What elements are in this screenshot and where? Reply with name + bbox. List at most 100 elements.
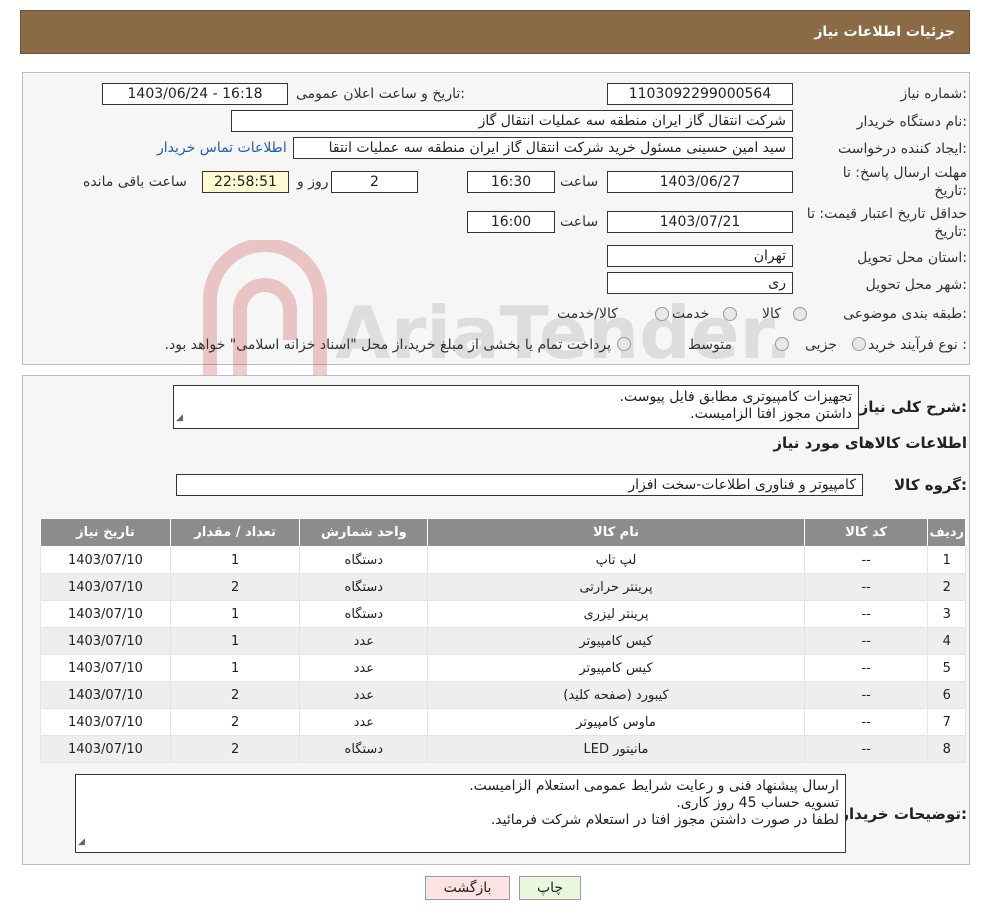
buyer-notes-label: توضیحات خریدار: (840, 805, 967, 823)
buyer-contact-link[interactable]: اطلاعات تماس خریدار (157, 140, 287, 156)
buyer-note-line-1: ارسال پیشنهاد فنی و رعایت شرایط عمومی اس… (469, 778, 839, 794)
validity-date-label: تاریخ: (934, 224, 967, 240)
need-date-cell: 1403/07/10 (40, 735, 171, 763)
page-header: جزئیات اطلاعات نیاز (20, 10, 970, 54)
name-cell: پرینتر لیزری (427, 600, 805, 628)
need-date-cell: 1403/07/10 (40, 654, 171, 682)
code-cell: -- (803, 573, 929, 601)
back-button[interactable]: بازگشت (425, 876, 510, 900)
validity-time-field[interactable]: 16:00 (467, 211, 555, 233)
validity-label: حداقل تاریخ اعتبار قیمت: تا (806, 206, 967, 222)
code-cell: -- (803, 546, 929, 574)
city-label: شهر محل تحویل: (865, 277, 967, 293)
quantity-cell: 2 (169, 735, 301, 763)
name-cell: کیس کامپیوتر (427, 654, 805, 682)
table-row: 4 -- کیس کامپیوتر عدد 1 1403/07/10 (40, 627, 966, 655)
summary-line-2: داشتن مجوز افتا الزامیست. (690, 406, 852, 422)
category-radio-goods[interactable] (793, 307, 807, 321)
col-header-quantity: تعداد / مقدار (169, 518, 301, 547)
code-cell: -- (803, 681, 929, 709)
buyer-notes-textarea[interactable]: ارسال پیشنهاد فنی و رعایت شرایط عمومی اس… (75, 774, 846, 853)
deadline-date-field[interactable]: 1403/06/27 (607, 171, 793, 193)
announce-datetime-field[interactable]: 1403/06/24 - 16:18 (102, 83, 288, 105)
table-row: 3 -- پرینتر لیزری دستگاه 1 1403/07/10 (40, 600, 966, 628)
buyer-org-field[interactable]: شرکت انتقال گاز ایران منطقه سه عملیات ان… (231, 110, 793, 132)
process-radio-minor[interactable] (852, 337, 866, 351)
items-table-wrapper: ردیف کد کالا نام کالا واحد شمارش تعداد /… (40, 518, 966, 763)
validity-time-label: ساعت (560, 214, 599, 230)
need-date-cell: 1403/07/10 (40, 627, 171, 655)
validity-date-field[interactable]: 1403/07/21 (607, 211, 793, 233)
row-num-cell: 8 (927, 735, 966, 763)
col-header-unit: واحد شمارش (299, 518, 429, 547)
col-header-row-num: ردیف (927, 518, 966, 547)
row-num-cell: 4 (927, 627, 966, 655)
buyer-note-line-2: تسویه حساب 45 روز کاری. (676, 795, 839, 811)
summary-label: شرح کلی نیاز: (859, 398, 967, 416)
quantity-cell: 1 (169, 600, 301, 628)
need-number-label: شماره نیاز: (900, 86, 967, 102)
unit-cell: دستگاه (299, 735, 429, 763)
unit-cell: عدد (299, 681, 429, 709)
need-date-cell: 1403/07/10 (40, 573, 171, 601)
table-row: 8 -- مانیتور LED دستگاه 2 1403/07/10 (40, 735, 966, 763)
summary-line-1: تجهیزات کامپیوتری مطابق فایل پیوست. (619, 389, 852, 405)
row-num-cell: 1 (927, 546, 966, 574)
creator-label: ایجاد کننده درخواست: (838, 141, 967, 157)
process-label: نوع فرآیند خرید : (868, 337, 967, 353)
deadline-time-field[interactable]: 16:30 (467, 171, 555, 193)
quantity-cell: 1 (169, 654, 301, 682)
table-row: 2 -- پرینتر حرارتی دستگاه 2 1403/07/10 (40, 573, 966, 601)
quantity-cell: 1 (169, 546, 301, 574)
row-num-cell: 7 (927, 708, 966, 736)
category-radio-service[interactable] (723, 307, 737, 321)
process-note: پرداخت تمام یا بخشی از مبلغ خرید،از محل … (164, 337, 611, 353)
remaining-days-field[interactable]: 2 (331, 171, 418, 193)
remaining-label: ساعت باقی مانده (83, 174, 187, 190)
city-field[interactable]: ری (607, 272, 793, 294)
col-header-code: کد کالا (803, 518, 929, 547)
unit-cell: عدد (299, 708, 429, 736)
row-num-cell: 3 (927, 600, 966, 628)
process-option-medium: متوسط (688, 337, 732, 353)
unit-cell: عدد (299, 654, 429, 682)
table-row: 6 -- کیبورد (صفحه کلید) عدد 2 1403/07/10 (40, 681, 966, 709)
resize-grip-icon[interactable]: ◢ (176, 410, 183, 427)
unit-cell: دستگاه (299, 546, 429, 574)
name-cell: کیبورد (صفحه کلید) (427, 681, 805, 709)
process-option-minor: جزیی (805, 337, 837, 353)
summary-textarea[interactable]: تجهیزات کامپیوتری مطابق فایل پیوست. داشت… (173, 385, 859, 429)
need-number-field[interactable]: 1103092299000564 (607, 83, 793, 105)
name-cell: پرینتر حرارتی (427, 573, 805, 601)
province-field[interactable]: تهران (607, 245, 793, 267)
col-header-name: نام کالا (427, 518, 805, 547)
goods-info-title: اطلاعات کالاهای مورد نیاز (773, 434, 967, 452)
need-date-cell: 1403/07/10 (40, 546, 171, 574)
quantity-cell: 2 (169, 681, 301, 709)
process-radio-medium[interactable] (775, 337, 789, 351)
need-date-cell: 1403/07/10 (40, 600, 171, 628)
unit-cell: دستگاه (299, 573, 429, 601)
page-title: جزئیات اطلاعات نیاز (814, 24, 955, 40)
buyer-note-line-3: لطفا در صورت داشتن مجوز افتا در استعلام … (490, 812, 839, 828)
code-cell: -- (803, 708, 929, 736)
treasury-checkbox[interactable] (617, 337, 631, 351)
category-option-goods-service: کالا/خدمت (557, 306, 618, 322)
category-radio-goods-service[interactable] (655, 307, 669, 321)
quantity-cell: 2 (169, 708, 301, 736)
need-date-cell: 1403/07/10 (40, 708, 171, 736)
creator-field[interactable]: سید امین حسینی مسئول خرید شرکت انتقال گا… (293, 137, 793, 159)
print-button[interactable]: چاپ (519, 876, 581, 900)
goods-group-field[interactable]: کامپیوتر و فناوری اطلاعات-سخت افزار (176, 474, 863, 496)
quantity-cell: 1 (169, 627, 301, 655)
name-cell: کیس کامپیوتر (427, 627, 805, 655)
province-label: استان محل تحویل: (857, 250, 967, 266)
unit-cell: عدد (299, 627, 429, 655)
code-cell: -- (803, 654, 929, 682)
code-cell: -- (803, 735, 929, 763)
resize-grip-icon[interactable]: ◢ (78, 834, 85, 851)
code-cell: -- (803, 600, 929, 628)
table-row: 5 -- کیس کامپیوتر عدد 1 1403/07/10 (40, 654, 966, 682)
name-cell: ماوس کامپیوتر (427, 708, 805, 736)
table-row: 1 -- لپ تاپ دستگاه 1 1403/07/10 (40, 546, 966, 574)
